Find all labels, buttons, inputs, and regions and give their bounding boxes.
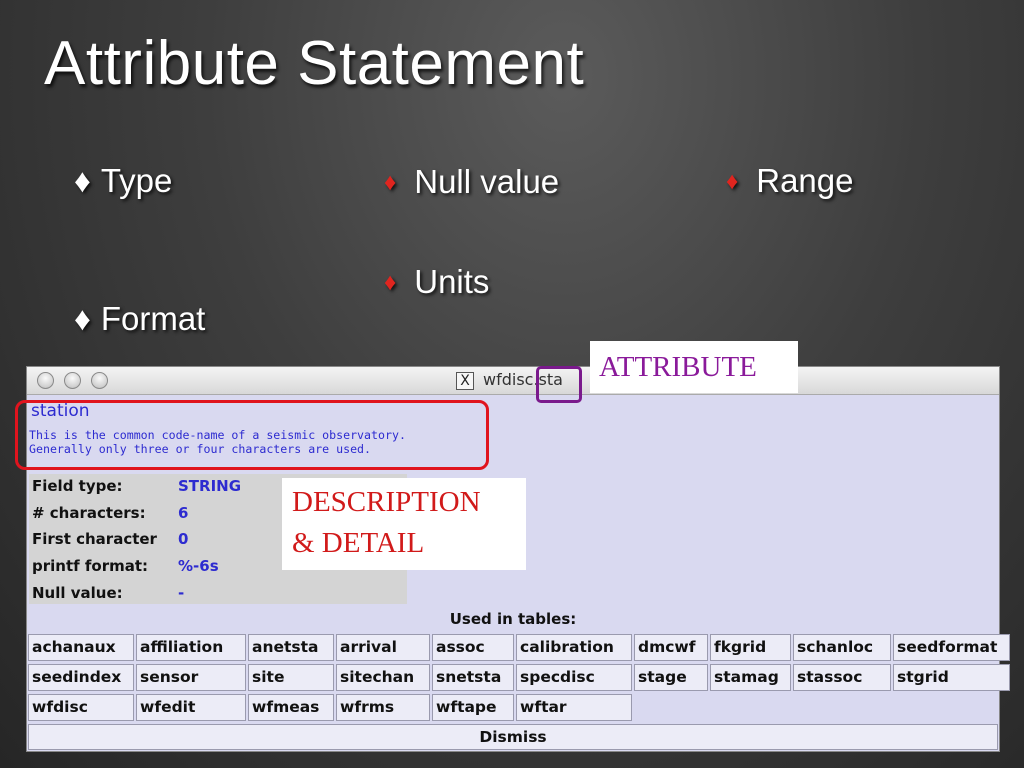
table-button-seedformat[interactable]: seedformat xyxy=(893,634,1010,661)
field-label: Field type: xyxy=(32,477,123,495)
table-button-wftape[interactable]: wftape xyxy=(432,694,514,721)
table-button-achanaux[interactable]: achanaux xyxy=(28,634,134,661)
bullet-units-label: Units xyxy=(414,263,490,300)
table-button-wftar[interactable]: wftar xyxy=(516,694,632,721)
table-button-affiliation[interactable]: affiliation xyxy=(136,634,246,661)
field-value: - xyxy=(178,584,185,602)
field-row-null-value: Null value: - xyxy=(31,584,407,610)
bullet-null-value: ♦ Null value xyxy=(384,163,559,201)
field-value: 0 xyxy=(178,530,189,548)
diamond-bullet-icon: ♦ xyxy=(74,300,91,337)
table-button-stgrid[interactable]: stgrid xyxy=(893,664,1010,691)
table-button-arrival[interactable]: arrival xyxy=(336,634,430,661)
bullet-units: ♦ Units xyxy=(384,263,489,301)
table-button-stamag[interactable]: stamag xyxy=(710,664,791,691)
bullet-range: ♦ Range xyxy=(726,162,854,200)
table-button-site[interactable]: site xyxy=(248,664,334,691)
minimize-window-button[interactable] xyxy=(64,372,81,389)
table-button-stage[interactable]: stage xyxy=(634,664,708,691)
table-button-wfedit[interactable]: wfedit xyxy=(136,694,246,721)
table-button-wfrms[interactable]: wfrms xyxy=(336,694,430,721)
table-button-specdisc[interactable]: specdisc xyxy=(516,664,632,691)
diamond-bullet-icon: ♦ xyxy=(74,162,91,199)
table-button-assoc[interactable]: assoc xyxy=(432,634,514,661)
field-label: Null value: xyxy=(32,584,123,602)
field-value: STRING xyxy=(178,477,242,495)
table-button-sitechan[interactable]: sitechan xyxy=(336,664,430,691)
table-button-schanloc[interactable]: schanloc xyxy=(793,634,891,661)
window-titlebar[interactable]: X wfdisc.sta xyxy=(27,367,999,395)
description-callout-line-2: & DETAIL xyxy=(292,527,425,559)
slide-title: Attribute Statement xyxy=(44,29,585,98)
field-label: # characters: xyxy=(32,504,146,522)
x11-logo-icon: X xyxy=(456,372,474,390)
table-button-wfdisc[interactable]: wfdisc xyxy=(28,694,134,721)
table-button-wfmeas[interactable]: wfmeas xyxy=(248,694,334,721)
used-in-tables-label: Used in tables: xyxy=(449,610,577,628)
table-button-fkgrid[interactable]: fkgrid xyxy=(710,634,791,661)
table-button-seedindex[interactable]: seedindex xyxy=(28,664,134,691)
bullet-format-label: Format xyxy=(100,300,206,337)
dismiss-button[interactable]: Dismiss xyxy=(28,724,998,750)
bullet-type-label: Type xyxy=(100,162,173,199)
bullet-range-label: Range xyxy=(756,162,854,199)
table-button-snetsta[interactable]: snetsta xyxy=(432,664,514,691)
diamond-bullet-icon: ♦ xyxy=(384,269,397,296)
field-label: First character xyxy=(32,530,157,548)
bullet-type: ♦ Type xyxy=(74,162,172,200)
table-button-sensor[interactable]: sensor xyxy=(136,664,246,691)
attribute-callout: ATTRIBUTE xyxy=(590,341,798,393)
attribute-highlight-box xyxy=(536,366,582,403)
bullet-format: ♦ Format xyxy=(74,300,205,338)
diamond-bullet-icon: ♦ xyxy=(726,168,739,195)
description-callout: DESCRIPTION & DETAIL xyxy=(282,478,526,570)
bullet-null-value-label: Null value xyxy=(414,163,560,200)
field-value: %-6s xyxy=(178,557,219,575)
field-value: 6 xyxy=(178,504,189,522)
table-button-dmcwf[interactable]: dmcwf xyxy=(634,634,708,661)
diamond-bullet-icon: ♦ xyxy=(384,169,397,196)
table-button-calibration[interactable]: calibration xyxy=(516,634,632,661)
field-label: printf format: xyxy=(32,557,149,575)
description-highlight-box xyxy=(15,400,489,470)
description-callout-line-1: DESCRIPTION xyxy=(292,486,481,518)
close-window-button[interactable] xyxy=(37,372,54,389)
tables-grid: achanaux affiliation anetsta arrival ass… xyxy=(28,634,1010,721)
zoom-window-button[interactable] xyxy=(91,372,108,389)
table-button-anetsta[interactable]: anetsta xyxy=(248,634,334,661)
table-button-stassoc[interactable]: stassoc xyxy=(793,664,891,691)
